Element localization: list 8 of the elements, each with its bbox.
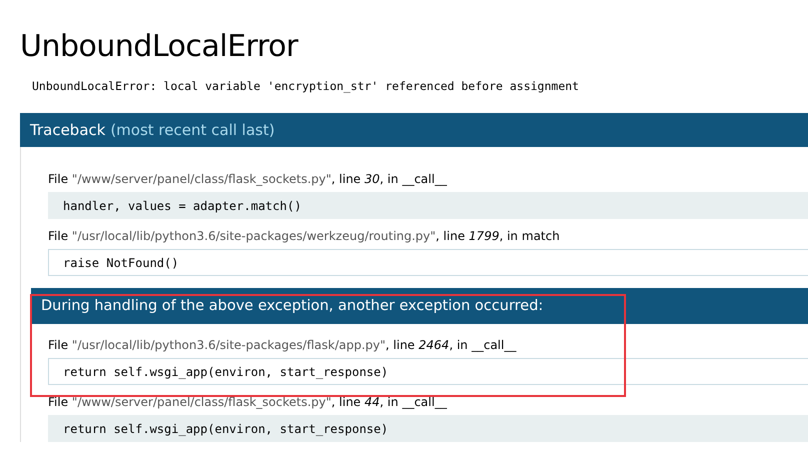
frame-location: File "/www/server/panel/class/flask_sockets.py", line 44, in __call__ — [48, 394, 447, 411]
frame-location: File "/usr/local/lib/python3.6/site-packages/flask/app.py", line 2464, in __call__ — [48, 337, 516, 354]
traceback-heading: Traceback — [30, 121, 106, 139]
error-title: UnboundLocalError — [20, 28, 298, 66]
error-message: UnboundLocalError: local variable 'encryption_str' referenced before assignment — [32, 78, 579, 94]
traceback-note: (most recent call last) — [110, 121, 275, 139]
frame-location: File "/www/server/panel/class/flask_sockets.py", line 30, in __call__ — [48, 171, 447, 188]
frame-location: File "/usr/local/lib/python3.6/site-packages/werkzeug/routing.py", line 1799, in match — [48, 228, 560, 245]
